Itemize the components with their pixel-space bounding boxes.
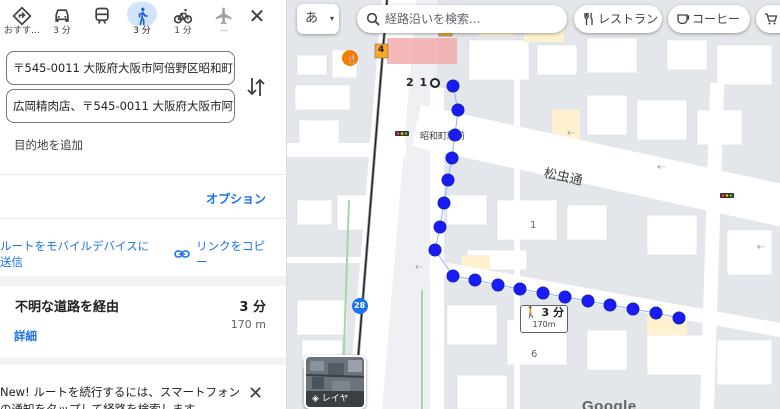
directions-diamond-icon (4, 2, 40, 26)
route-dot (649, 306, 663, 320)
route-dot (448, 128, 462, 142)
travel-mode-best[interactable]: おすす… (4, 2, 40, 42)
section-separator (0, 276, 286, 286)
walking-person-icon (127, 2, 157, 26)
walk-distance: 170m (532, 320, 556, 329)
layers-text: レイヤ (321, 394, 349, 404)
walking-route[interactable] (287, 0, 780, 409)
airplane-icon (206, 2, 242, 26)
travel-mode-car[interactable]: 3 分 (44, 2, 80, 42)
walk-time-value: 3 分 (541, 306, 565, 319)
car-icon (44, 2, 80, 26)
swap-direction-icon[interactable] (246, 74, 266, 100)
travel-mode-label: 1 分 (174, 26, 192, 36)
search-along-route-input[interactable]: 経路沿いを検索... (357, 5, 567, 33)
route-dot (581, 294, 595, 308)
route-dot (513, 282, 527, 296)
restaurant-chip[interactable]: レストラン (574, 5, 662, 33)
route-dot (451, 103, 465, 117)
route-dot (468, 273, 482, 287)
route-dot (437, 196, 451, 210)
walking-person-icon: 🚶 (523, 306, 538, 319)
divider (0, 218, 286, 219)
bicycle-icon (165, 2, 201, 26)
train-icon (84, 2, 120, 26)
fork-knife-icon (584, 12, 593, 25)
route-dot (672, 311, 686, 325)
layers-button[interactable]: ◈ レイヤ (304, 355, 366, 409)
travel-mode-bike[interactable]: 1 分 (165, 2, 201, 42)
divider (0, 174, 286, 175)
route-summary[interactable]: 不明な道路を経由 (15, 296, 119, 315)
copy-link-button[interactable]: リンクをコピー (196, 238, 274, 270)
ime-label: あ (305, 11, 319, 26)
chip-label: レストラン (598, 12, 659, 26)
send-to-device-button[interactable]: ルートをモバイルデバイスに送信 (0, 238, 150, 270)
travel-mode-flight[interactable]: — (206, 2, 242, 42)
dismiss-notice-icon[interactable]: ✕ (248, 384, 263, 404)
layers-icon: ◈ (312, 394, 319, 404)
destination-input[interactable]: 広岡精肉店、〒545-0011 大阪府大阪市阿 (6, 89, 235, 123)
map-canvas[interactable]: ⇠⇠ ⇠⇠ 🍴 2 1 昭和町駅前 松虫通 4 4 28 1 6 (287, 0, 780, 409)
route-dot (446, 269, 460, 283)
walk-time-badge[interactable]: 🚶 3 分 170m (520, 305, 568, 333)
layers-label: ◈ レイヤ (306, 391, 364, 407)
options-button[interactable]: オプション (206, 190, 266, 207)
notification-banner: New! ルートを続行するには、スマートフォンの通知をタップして経路を検索します (0, 385, 241, 409)
walk-time: 🚶 3 分 (521, 306, 567, 320)
dropdown-caret-icon: ▾ (329, 14, 334, 23)
route-dot (626, 302, 640, 316)
chip-label: コーヒー (692, 12, 741, 26)
add-destination-button[interactable]: 目的地を追加 (14, 137, 83, 153)
route-dot (491, 278, 505, 292)
search-placeholder: 経路沿いを検索... (385, 12, 481, 26)
route-dot (603, 298, 617, 312)
travel-mode-bar: おすす… 3 分 3 分 1 分 — ✕ (0, 0, 286, 44)
route-duration: 3 分 (239, 300, 266, 315)
close-directions-icon[interactable]: ✕ (246, 6, 268, 28)
travel-mode-label: 3 分 (133, 26, 151, 36)
route-dot (433, 220, 447, 234)
route-dot (441, 173, 455, 187)
route-dot (446, 79, 460, 93)
section-separator (0, 357, 286, 365)
cart-icon (765, 13, 778, 25)
travel-mode-transit[interactable] (84, 2, 120, 42)
travel-mode-label: — (219, 26, 229, 36)
search-icon (366, 12, 380, 26)
coffee-cup-icon (677, 14, 690, 25)
travel-mode-walk[interactable]: 3 分 (124, 2, 160, 42)
travel-mode-label: おすす… (4, 26, 41, 36)
route-distance: 170 m (230, 318, 266, 331)
route-dot (445, 151, 459, 165)
origin-input[interactable]: 〒545-0011 大阪府大阪市阿倍野区昭和町 (6, 51, 235, 85)
directions-panel: おすす… 3 分 3 分 1 分 — ✕ 〒545-0011 大阪府大阪市阿倍野… (0, 0, 287, 409)
route-dot (428, 243, 442, 257)
ime-indicator[interactable]: あ ▾ (297, 4, 339, 34)
coffee-chip[interactable]: コーヒー (668, 5, 750, 33)
route-dot (558, 290, 572, 304)
travel-mode-label: 3 分 (53, 26, 71, 36)
link-icon (174, 246, 190, 260)
route-dot (536, 286, 550, 300)
shopping-chip[interactable]: ホ (756, 5, 780, 33)
google-attribution: Google (582, 398, 637, 409)
route-details-link[interactable]: 詳細 (14, 328, 37, 344)
